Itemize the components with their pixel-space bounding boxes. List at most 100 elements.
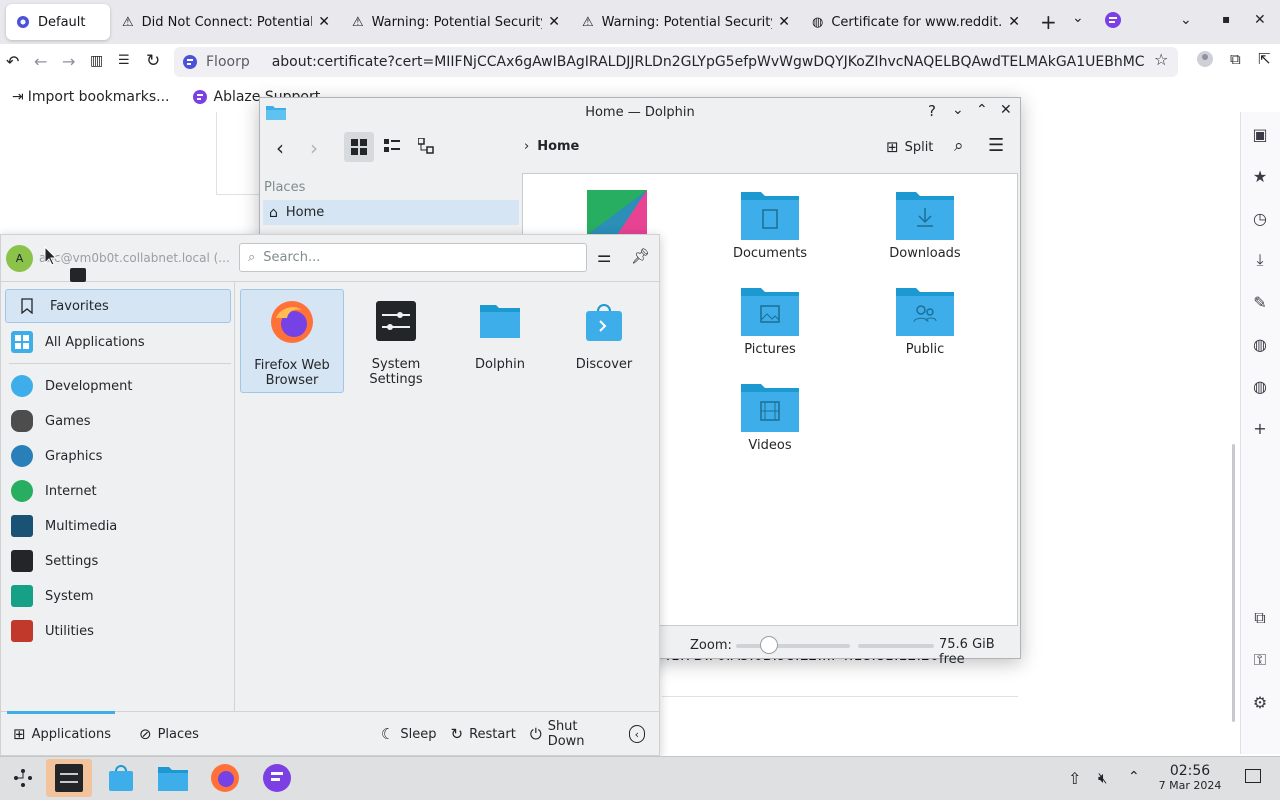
folder-documents[interactable]: Documents: [715, 188, 825, 261]
downloads-icon[interactable]: ⤓: [1250, 250, 1270, 270]
folder-label: Videos: [748, 438, 792, 453]
app-discover[interactable]: Discover: [552, 289, 656, 393]
tab-certificate[interactable]: ◍ Certificate for www.reddit.co ✕: [802, 4, 1030, 40]
url-bar[interactable]: Floorp about:certificate?cert=MIIFNjCCAx…: [174, 47, 1178, 77]
taskbar-dolphin[interactable]: [150, 759, 196, 797]
breadcrumb-home[interactable]: Home: [537, 139, 579, 154]
category-settings[interactable]: Settings: [1, 544, 235, 578]
notes-icon[interactable]: ✎: [1250, 292, 1270, 312]
category-development[interactable]: Development: [1, 369, 235, 403]
history-icon[interactable]: ◷: [1250, 208, 1270, 228]
maximize-window-icon[interactable]: ▪: [1222, 12, 1230, 26]
folder-pictures[interactable]: Pictures: [715, 284, 825, 357]
search-input[interactable]: ⌕ Search...: [239, 243, 587, 272]
category-system[interactable]: System: [1, 579, 235, 613]
bookmarks-icon[interactable]: ★: [1250, 166, 1270, 186]
category-utilities[interactable]: Utilities: [1, 614, 235, 648]
taskbar-firefox[interactable]: [202, 759, 248, 797]
tree-tabs-icon[interactable]: ☰: [118, 53, 130, 68]
new-tab-button[interactable]: +: [1040, 10, 1057, 34]
tab-warning-2[interactable]: ⚠ Warning: Potential Security R ✕: [572, 4, 800, 40]
tab-default[interactable]: Default: [6, 4, 110, 40]
back-icon[interactable]: ‹: [276, 136, 284, 160]
tab-list-chevron-icon[interactable]: ⌄: [1072, 10, 1084, 26]
taskbar-floorp[interactable]: [254, 759, 300, 797]
muted-speaker-icon[interactable]: 🔇︎: [1098, 769, 1107, 787]
folder-public[interactable]: Public: [870, 284, 980, 357]
toolbox-icon[interactable]: ▣: [1250, 124, 1270, 144]
folder-downloads[interactable]: Downloads: [870, 188, 980, 261]
applications-tab[interactable]: ⊞ Applications: [13, 725, 111, 743]
configure-sliders-icon[interactable]: ⚌: [597, 247, 611, 266]
app-system-settings[interactable]: System Settings: [344, 289, 448, 393]
close-window-icon[interactable]: ✕: [1254, 12, 1266, 28]
pin-icon[interactable]: 📌︎: [631, 247, 650, 265]
addons-icon[interactable]: ⧉: [1250, 608, 1270, 628]
more-chevron-left-icon[interactable]: ‹: [628, 725, 645, 743]
tab-warning-1[interactable]: ⚠ Warning: Potential Security R ✕: [342, 4, 570, 40]
close-tab-icon[interactable]: ✕: [1008, 14, 1020, 30]
search-icon[interactable]: ⌕: [954, 136, 964, 156]
hamburger-menu-icon[interactable]: ☰: [988, 135, 1004, 156]
web-panel-globe-icon[interactable]: ◍: [1250, 334, 1270, 354]
maximize-icon[interactable]: ⌃: [976, 102, 988, 118]
show-desktop-icon[interactable]: [1245, 769, 1261, 783]
forward-icon[interactable]: ›: [310, 136, 318, 160]
avatar[interactable]: A: [6, 245, 33, 272]
category-internet[interactable]: Internet: [1, 474, 235, 508]
category-games[interactable]: Games: [1, 404, 235, 438]
details-view-button[interactable]: [418, 138, 434, 154]
bookmark-import[interactable]: ⇥ Import bookmarks...: [12, 89, 170, 105]
category-graphics[interactable]: Graphics: [1, 439, 235, 473]
undo-close-icon[interactable]: ↶: [6, 52, 19, 71]
close-icon[interactable]: ✕: [1000, 102, 1012, 118]
zoom-slider-handle[interactable]: [760, 636, 778, 654]
app-firefox[interactable]: Firefox Web Browser: [240, 289, 344, 393]
category-all-applications[interactable]: All Applications: [1, 325, 235, 359]
updates-icon[interactable]: ⇧: [1068, 769, 1081, 788]
taskbar-system-settings[interactable]: [46, 759, 92, 797]
reload-icon[interactable]: ↻: [146, 51, 160, 71]
category-multimedia[interactable]: Multimedia: [1, 509, 235, 543]
shutdown-button[interactable]: ⏻ Shut Down: [530, 719, 609, 749]
dolphin-titlebar[interactable]: Home — Dolphin ? ⌄ ⌃ ✕: [260, 98, 1020, 126]
forward-icon[interactable]: →: [62, 52, 75, 71]
bookmark-star-icon[interactable]: ☆: [1154, 50, 1168, 69]
add-panel-icon[interactable]: +: [1250, 418, 1270, 438]
back-icon[interactable]: ←: [34, 52, 47, 71]
split-button[interactable]: ⊞ Split: [886, 138, 933, 156]
application-launcher: A abc@vm0b0t.collabnet.local (... ⌕ Sear…: [0, 234, 660, 756]
category-favorites[interactable]: Favorites: [5, 289, 231, 323]
sidebar-toggle-icon[interactable]: ▥: [90, 53, 103, 69]
chevron-up-icon[interactable]: ⌃: [1128, 769, 1140, 785]
minimize-icon[interactable]: ⌄: [952, 102, 964, 118]
minimize-window-icon[interactable]: ⌄: [1180, 12, 1192, 28]
account-icon[interactable]: [1196, 50, 1214, 68]
app-dolphin[interactable]: Dolphin: [448, 289, 552, 393]
clock[interactable]: 02:56 7 Mar 2024: [1150, 763, 1230, 792]
gear-icon[interactable]: ⚙: [1250, 692, 1270, 712]
sleep-button[interactable]: ☾ Sleep: [381, 725, 437, 743]
restart-button[interactable]: ↻ Restart: [451, 725, 516, 743]
places-tab[interactable]: ⊘ Places: [139, 725, 199, 743]
tab-did-not-connect[interactable]: ⚠ Did Not Connect: Potential S ✕: [112, 4, 340, 40]
icons-view-button[interactable]: [344, 132, 374, 162]
page-scrollbar[interactable]: [1232, 444, 1235, 722]
share-icon[interactable]: ⇱: [1258, 50, 1271, 68]
launcher-button[interactable]: [0, 759, 46, 797]
breadcrumb[interactable]: › Home: [524, 139, 579, 154]
url-text[interactable]: about:certificate?cert=MIIFNjCCAx6gAwIBA…: [272, 54, 1144, 70]
extensions-icon[interactable]: ⧉: [1230, 50, 1241, 68]
web-panel-globe-icon[interactable]: ◍: [1250, 376, 1270, 396]
compact-view-button[interactable]: [384, 138, 400, 154]
floorp-logo-icon[interactable]: [1104, 11, 1122, 29]
taskbar-discover[interactable]: [98, 759, 144, 797]
close-tab-icon[interactable]: ✕: [778, 14, 790, 30]
folder-videos[interactable]: Videos: [715, 380, 825, 453]
help-icon[interactable]: ?: [928, 102, 936, 120]
key-icon[interactable]: ⚿: [1250, 650, 1270, 670]
zoom-slider[interactable]: [736, 644, 850, 648]
places-item-home[interactable]: ⌂ Home: [263, 200, 519, 225]
close-tab-icon[interactable]: ✕: [548, 14, 560, 30]
close-tab-icon[interactable]: ✕: [318, 14, 330, 30]
